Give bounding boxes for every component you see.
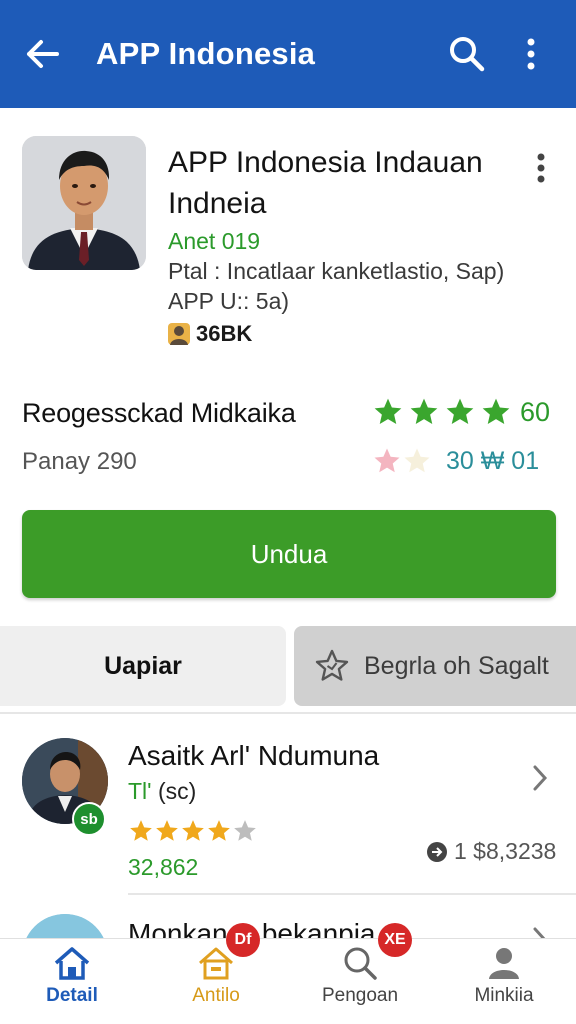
- tab-uapiar[interactable]: Uapiar: [0, 626, 286, 706]
- star-icon: [374, 448, 400, 473]
- nav-label: Minkiia: [474, 985, 534, 1006]
- rating-value: 60: [520, 396, 551, 427]
- item-subtitle: Tl' (sc): [128, 778, 196, 805]
- mini-rating-value: 30 ₩ 01: [446, 446, 540, 475]
- verified-badge: sb: [72, 802, 106, 836]
- more-vertical-icon[interactable]: [506, 29, 556, 79]
- nav-pengoan[interactable]: XE Pengoan: [288, 923, 432, 1024]
- star-icon: [446, 398, 474, 424]
- app-icon-photo: [22, 136, 146, 270]
- item-price-text: 1 $8,3238: [454, 838, 557, 864]
- size-text: 36BK: [196, 321, 253, 346]
- star-icon: [208, 820, 230, 841]
- price-label: Panay 290: [22, 448, 137, 475]
- app-meta-line: APP U:: 5a): [168, 288, 290, 314]
- star-icon: [410, 398, 438, 424]
- chevron-right-icon[interactable]: [524, 758, 556, 798]
- download-size: 36BK: [168, 321, 252, 347]
- item-price: 1 $8,3238: [426, 838, 556, 865]
- tab-begrla[interactable]: Begrla oh Sagalt: [294, 626, 576, 706]
- nav-minkiia[interactable]: Minkiia: [432, 939, 576, 1024]
- star-icon: [374, 398, 402, 424]
- app-title: APP Indonesia Indauan Indneia: [168, 146, 483, 220]
- star-icon: [130, 820, 152, 841]
- install-button[interactable]: Undua: [22, 510, 556, 598]
- app-header: APP Indonesia Indauan Indneia Anet 019 P…: [0, 118, 576, 358]
- app-bar-title: APP Indonesia: [96, 36, 316, 71]
- star-icon: [404, 448, 430, 473]
- developer-name[interactable]: Anet 019: [168, 228, 260, 255]
- nav-label: Pengoan: [321, 985, 399, 1006]
- tab-right-label: Begrla oh Sagalt: [364, 651, 549, 680]
- star-icon: [234, 820, 256, 841]
- home-icon: [54, 947, 90, 980]
- top-app-bar: APP Indonesia: [0, 0, 576, 108]
- item-stars: [128, 818, 258, 844]
- app-screen: APP Indonesia APP Indonesia Indauan Indn…: [0, 0, 576, 1024]
- star-icon: [156, 820, 178, 841]
- item-subtitle-prefix: Tl': [128, 778, 152, 804]
- divider: [128, 893, 576, 895]
- arrow-left-icon[interactable]: [20, 32, 64, 76]
- app-meta-line: Ptal : Incatlaar kanketlastio, Sap): [168, 258, 505, 284]
- notification-badge: XE: [378, 923, 412, 957]
- nav-detail[interactable]: Detail: [0, 939, 144, 1024]
- item-count: 32,862: [128, 854, 199, 880]
- star-outline-icon: [315, 649, 349, 681]
- bottom-navigation: Detail Df Antilo XE Pengoan Minkiia: [0, 923, 576, 1024]
- nav-label: Detail: [46, 985, 98, 1006]
- profile-icon: [489, 948, 519, 979]
- star-icon: [182, 820, 204, 841]
- item-subtitle-rest: (sc): [151, 778, 197, 804]
- rating-stars: 60: [372, 396, 550, 428]
- notification-badge: Df: [226, 923, 260, 957]
- list-item[interactable]: sb Asaitk Arl' Ndumuna Tl' (sc) 32,862 1…: [0, 714, 576, 880]
- star-icon: [482, 398, 510, 424]
- rating-label: Reogessckad Midkaika: [22, 398, 296, 428]
- arrow-circle-icon: [427, 841, 447, 862]
- search-icon: [344, 947, 377, 980]
- nav-antilo[interactable]: Df Antilo: [144, 923, 288, 1024]
- search-icon[interactable]: [442, 29, 492, 79]
- user-thumb-icon: [168, 323, 190, 345]
- mini-rating: 30 ₩ 01: [372, 446, 539, 476]
- item-title: Asaitk Arl' Ndumuna: [128, 740, 380, 771]
- more-vertical-icon[interactable]: [526, 148, 556, 188]
- nav-label: Antilo: [192, 985, 240, 1006]
